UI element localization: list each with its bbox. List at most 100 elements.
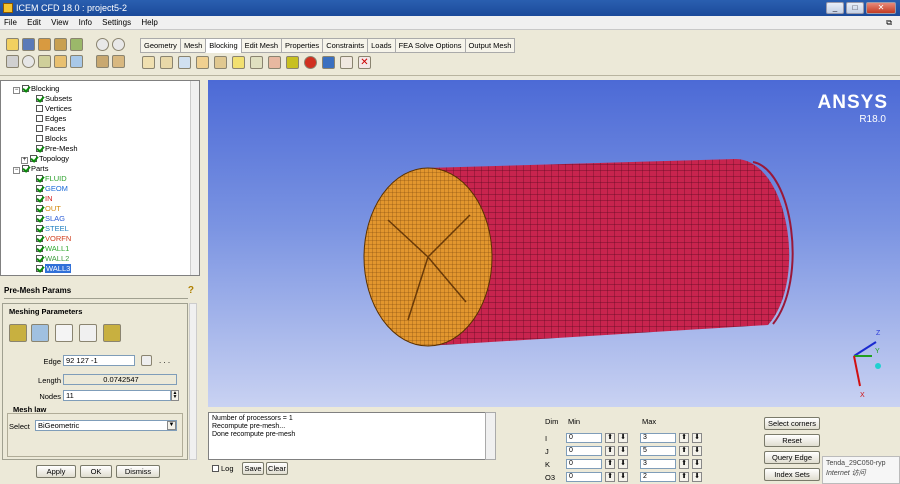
checkbox-icon[interactable]: [36, 145, 43, 152]
down-arrow-icon[interactable]: ⬇: [692, 433, 702, 443]
tree-part-item[interactable]: IN: [36, 194, 53, 204]
checkbox-icon[interactable]: [36, 95, 43, 102]
message-console[interactable]: Number of processors = 1 Recompute pre-m…: [208, 412, 496, 460]
checks-icon[interactable]: [340, 56, 353, 69]
smoothing-icon[interactable]: [322, 56, 335, 69]
down-arrow-icon[interactable]: ⬇: [692, 459, 702, 469]
max-field[interactable]: 3: [640, 459, 676, 469]
tab-geometry[interactable]: Geometry: [140, 38, 181, 53]
checkbox-icon[interactable]: [36, 175, 43, 182]
checkbox-icon[interactable]: [36, 245, 43, 252]
refinement-icon[interactable]: [103, 324, 121, 342]
quality-icon[interactable]: [304, 56, 317, 69]
up-arrow-icon[interactable]: ⬆: [605, 459, 615, 469]
open-geometry-icon[interactable]: [38, 38, 51, 51]
save-icon[interactable]: [22, 38, 35, 51]
transform-blocks-icon[interactable]: [250, 56, 263, 69]
tree-node-blocks[interactable]: Blocks: [36, 134, 67, 144]
help-icon[interactable]: ?: [188, 284, 194, 298]
up-arrow-icon[interactable]: ⬆: [679, 433, 689, 443]
max-field[interactable]: 3: [640, 433, 676, 443]
checkbox-icon[interactable]: [36, 185, 43, 192]
associate-icon[interactable]: [214, 56, 227, 69]
menu-edit[interactable]: Edit: [23, 16, 45, 30]
collapse-icon[interactable]: −: [13, 87, 20, 94]
fit-window-icon[interactable]: [6, 55, 19, 68]
nodes-field[interactable]: 11: [63, 390, 171, 401]
checkbox-icon[interactable]: [212, 465, 219, 472]
mesh-law-select[interactable]: BiGeometric: [35, 420, 177, 431]
down-arrow-icon[interactable]: ⬇: [618, 446, 628, 456]
checkbox-icon[interactable]: [36, 125, 43, 132]
save-geometry-icon[interactable]: [54, 38, 67, 51]
down-arrow-icon[interactable]: ⬇: [618, 472, 628, 482]
tab-properties[interactable]: Properties: [281, 38, 324, 53]
merge-vertices-icon[interactable]: [178, 56, 191, 69]
tree-node-edges[interactable]: Edges: [36, 114, 66, 124]
save-log-button[interactable]: Save: [242, 462, 264, 475]
clear-log-button[interactable]: Clear: [266, 462, 288, 475]
checkbox-icon[interactable]: [36, 215, 43, 222]
up-arrow-icon[interactable]: ⬆: [605, 472, 615, 482]
tree-node-topology[interactable]: + Topology: [21, 154, 69, 164]
checkbox-icon[interactable]: [36, 105, 43, 112]
tab-fea-solve-options[interactable]: FEA Solve Options: [394, 38, 466, 53]
restore-icon[interactable]: ⧉: [882, 16, 896, 30]
tree-node-vertices[interactable]: Vertices: [36, 104, 72, 114]
solid-icon[interactable]: [70, 55, 83, 68]
tab-loads[interactable]: Loads: [367, 38, 396, 53]
checkbox-icon[interactable]: [36, 265, 43, 272]
tree-node-blocking[interactable]: − Blocking: [13, 84, 59, 94]
move-vertex-icon[interactable]: [232, 56, 245, 69]
zoom-icon[interactable]: [22, 55, 35, 68]
close-button[interactable]: ✕: [866, 2, 896, 14]
tab-blocking[interactable]: Blocking: [205, 38, 242, 53]
down-arrow-icon[interactable]: ⬇: [692, 446, 702, 456]
graphics-viewport[interactable]: ANSYS R18.0 Z Y X: [208, 80, 900, 407]
checkbox-icon[interactable]: [36, 195, 43, 202]
reset-button[interactable]: Reset: [764, 434, 820, 447]
down-arrow-icon[interactable]: ⬇: [618, 459, 628, 469]
apply-button[interactable]: Apply: [36, 465, 76, 478]
checkbox-icon[interactable]: [22, 85, 29, 92]
redo-icon[interactable]: [112, 38, 125, 51]
index-sets-button[interactable]: Index Sets: [764, 468, 820, 481]
tree-part-item[interactable]: WALL1: [36, 244, 69, 254]
tree-node-faces[interactable]: Faces: [36, 124, 65, 134]
tree-node-subsets[interactable]: Subsets: [36, 94, 72, 104]
tree-part-item[interactable]: VORFN: [36, 234, 71, 244]
undo-icon[interactable]: [96, 38, 109, 51]
pre-mesh-params-icon[interactable]: [286, 56, 299, 69]
tree-node-parts[interactable]: − Parts: [13, 164, 49, 174]
more-button[interactable]: . . .: [159, 356, 170, 365]
menu-help[interactable]: Help: [137, 16, 161, 30]
tab-output-mesh[interactable]: Output Mesh: [464, 38, 516, 53]
checkbox-icon[interactable]: [22, 165, 29, 172]
checkbox-icon[interactable]: [36, 255, 43, 262]
min-field[interactable]: 0: [566, 446, 602, 456]
select-corners-button[interactable]: Select corners: [764, 417, 820, 430]
menu-info[interactable]: Info: [75, 16, 96, 30]
expand-icon[interactable]: +: [21, 157, 28, 164]
edge-field[interactable]: 92 127 -1: [63, 355, 135, 366]
checkbox-icon[interactable]: [36, 205, 43, 212]
select-edge-icon[interactable]: [141, 355, 152, 366]
tree-part-item[interactable]: WALL2: [36, 254, 69, 264]
match-edges-icon[interactable]: [79, 324, 97, 342]
tab-edit-mesh[interactable]: Edit Mesh: [240, 38, 282, 53]
up-arrow-icon[interactable]: ⬆: [605, 446, 615, 456]
dismiss-button[interactable]: Dismiss: [116, 465, 160, 478]
measure-icon[interactable]: [38, 55, 51, 68]
min-field[interactable]: 0: [566, 433, 602, 443]
params-scrollbar[interactable]: [189, 303, 197, 460]
min-field[interactable]: 0: [566, 472, 602, 482]
query-edge-button[interactable]: Query Edge: [764, 451, 820, 464]
open-mesh-icon[interactable]: [70, 38, 83, 51]
tree-part-item[interactable]: OUT: [36, 204, 61, 214]
up-arrow-icon[interactable]: ⬆: [679, 472, 689, 482]
tree-part-item[interactable]: FLUID: [36, 174, 67, 184]
log-checkbox[interactable]: Log: [212, 464, 234, 473]
minimize-button[interactable]: _: [826, 2, 844, 14]
checkbox-icon[interactable]: [36, 225, 43, 232]
max-field[interactable]: 5: [640, 446, 676, 456]
